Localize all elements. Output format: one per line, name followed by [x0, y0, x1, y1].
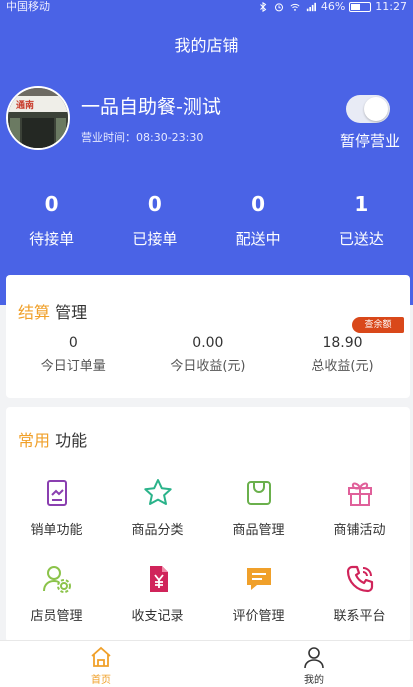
header: 中国移动 46% 11:27 我的店铺 通南 一品自助餐-测试 营业时间：08:… — [0, 0, 413, 305]
function-staff[interactable]: 店员管理 — [6, 563, 107, 649]
stat-value: 1 — [354, 192, 369, 216]
today-orders: 0 今日订单量 — [6, 335, 141, 374]
function-label: 商品分类 — [131, 523, 184, 538]
settlement-summary: 0 今日订单量 0.00 今日收益(元) 18.90 总收益(元) — [6, 335, 410, 374]
stat-accepted[interactable]: 0 已接单 — [103, 190, 206, 249]
settlement-title: 结算 管理 — [18, 299, 87, 323]
shop-avatar[interactable]: 通南 — [6, 86, 70, 150]
function-label: 联系平台 — [333, 609, 386, 624]
business-hours: 营业时间：08:30-23:30 — [81, 131, 204, 144]
bluetooth-icon — [259, 2, 267, 12]
function-receipt[interactable]: 销单功能 — [6, 477, 107, 563]
status-icons: 46% 11:27 — [257, 0, 407, 14]
phone-icon — [346, 565, 373, 593]
summary-value: 0.00 — [192, 335, 224, 351]
settlement-card: 结算 管理 查余额 0 今日订单量 0.00 今日收益(元) 18.90 总收益… — [6, 275, 410, 398]
function-activity[interactable]: 商铺活动 — [309, 477, 410, 563]
order-stats: 0 待接单 0 已接单 0 配送中 1 已送达 — [0, 190, 413, 249]
stat-label: 待接单 — [29, 230, 75, 248]
toggle-knob — [364, 97, 388, 121]
stat-label: 已送达 — [338, 230, 384, 248]
status-bar: 中国移动 46% 11:27 — [0, 0, 413, 16]
shop-name: 一品自助餐-测试 — [81, 96, 221, 118]
avatar-sign-text: 通南 — [16, 99, 34, 111]
function-category[interactable]: 商品分类 — [107, 477, 208, 563]
stat-delivering[interactable]: 0 配送中 — [207, 190, 310, 249]
function-label: 商品管理 — [232, 523, 285, 538]
comment-icon — [246, 568, 271, 590]
summary-value: 18.90 — [322, 335, 363, 351]
title-highlight: 结算 — [18, 303, 51, 322]
function-ledger[interactable]: 收支记录 — [107, 563, 208, 649]
function-label: 销单功能 — [30, 523, 83, 538]
stat-delivered[interactable]: 1 已送达 — [310, 190, 413, 249]
function-review[interactable]: 评价管理 — [208, 563, 309, 649]
total-income: 18.90 总收益(元) — [275, 335, 410, 374]
stat-label: 已接单 — [132, 230, 178, 248]
carrier-name: 中国移动 — [6, 0, 50, 13]
stat-value: 0 — [251, 192, 266, 216]
battery-percent: 46% — [320, 0, 346, 13]
ledger-icon — [149, 566, 168, 592]
battery-icon — [349, 2, 372, 12]
tab-home[interactable]: 首页 — [41, 645, 161, 686]
function-grid: 销单功能 商品分类 商品管理 商铺活动 店员管理 收支记录 评价管理 联系平台 — [6, 477, 410, 649]
pause-business-toggle[interactable] — [346, 95, 390, 123]
function-products[interactable]: 商品管理 — [208, 477, 309, 563]
today-income: 0.00 今日收益(元) — [141, 335, 276, 374]
bag-icon — [246, 481, 271, 505]
alarm-icon — [274, 3, 283, 12]
function-label: 收支记录 — [131, 609, 184, 624]
status-time: 11:27 — [375, 0, 407, 13]
tab-home-label: 首页 — [91, 675, 111, 686]
page-title: 我的店铺 — [174, 36, 239, 55]
star-icon — [143, 479, 172, 505]
signal-icon — [306, 2, 316, 12]
bottom-tab-bar: 首页 我的 — [0, 640, 413, 687]
staff-settings-icon — [42, 566, 71, 593]
receipt-icon — [46, 480, 67, 506]
function-label: 店员管理 — [30, 609, 83, 624]
function-label: 评价管理 — [232, 609, 285, 624]
stat-value: 0 — [147, 192, 162, 216]
common-functions-title: 常用 功能 — [18, 427, 87, 451]
stat-value: 0 — [44, 192, 59, 216]
summary-value: 0 — [68, 335, 78, 351]
common-functions-card: 常用 功能 销单功能 商品分类 商品管理 商铺活动 店员管理 收支记录 评价管理 — [6, 407, 410, 642]
title-rest: 功能 — [50, 431, 88, 450]
stat-pending[interactable]: 0 待接单 — [0, 190, 103, 249]
tab-me[interactable]: 我的 — [254, 645, 374, 686]
function-contact[interactable]: 联系平台 — [309, 563, 410, 649]
tab-me-label: 我的 — [304, 675, 324, 686]
wifi-icon — [290, 3, 300, 11]
check-balance-badge[interactable]: 查余额 — [352, 317, 404, 333]
stat-label: 配送中 — [235, 230, 281, 248]
summary-label: 今日订单量 — [40, 359, 106, 374]
pause-business-label: 暂停营业 — [340, 132, 401, 150]
gift-icon — [347, 482, 372, 506]
shop-photo-icon: 通南 — [8, 88, 68, 148]
function-label: 商铺活动 — [333, 523, 386, 538]
user-icon — [304, 647, 324, 669]
title-rest: 管理 — [50, 303, 88, 322]
home-icon — [91, 646, 111, 667]
title-highlight: 常用 — [18, 431, 51, 450]
summary-label: 今日收益(元) — [170, 359, 246, 374]
summary-label: 总收益(元) — [311, 359, 374, 374]
